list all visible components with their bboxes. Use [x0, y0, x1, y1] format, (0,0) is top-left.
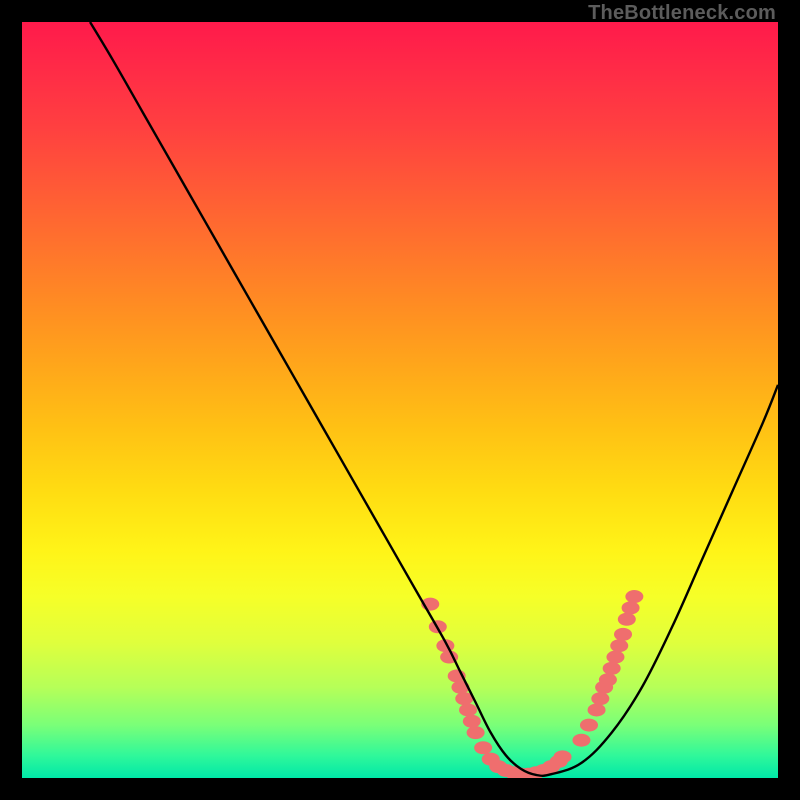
scatter-point [572, 734, 590, 747]
scatter-point [610, 639, 628, 652]
scatter-point [625, 590, 643, 603]
scatter-point [474, 741, 492, 754]
watermark-text: TheBottleneck.com [588, 2, 776, 25]
scatter-point [618, 613, 636, 626]
scatter-point [467, 726, 485, 739]
scatter-point [588, 703, 606, 716]
chart-frame: TheBottleneck.com [0, 0, 800, 800]
scatter-point [599, 673, 617, 686]
scatter-point [580, 719, 598, 732]
scatter-point [614, 628, 632, 641]
bottleneck-curve [90, 22, 778, 776]
scatter-point [554, 750, 572, 763]
scatter-point [463, 715, 481, 728]
scatter-point [606, 651, 624, 664]
scatter-point [603, 662, 621, 675]
scatter-points [421, 590, 643, 778]
plot-area [22, 22, 778, 778]
scatter-point [459, 703, 477, 716]
chart-svg [22, 22, 778, 778]
scatter-point [622, 601, 640, 614]
scatter-point [591, 692, 609, 705]
